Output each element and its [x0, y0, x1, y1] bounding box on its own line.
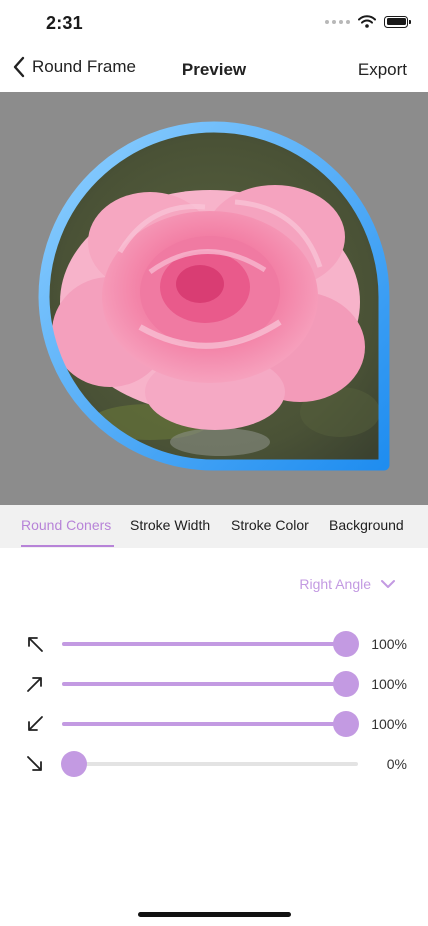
- chevron-down-icon: [381, 580, 395, 588]
- tab-round-corners[interactable]: Round Coners: [21, 517, 111, 533]
- arrow-down-right-icon: [27, 756, 42, 771]
- slider-value: 100%: [371, 716, 407, 732]
- slider-thumb[interactable]: [333, 711, 359, 737]
- slider-fill: [62, 722, 358, 726]
- slider-value: 100%: [371, 676, 407, 692]
- preview-area: [0, 92, 428, 505]
- arrow-down-left-icon: [28, 716, 43, 731]
- chevron-left-icon: [13, 56, 25, 78]
- slider-row-bottom-left: 100%: [0, 708, 428, 740]
- nav-bar: Round Frame Preview Export: [0, 48, 428, 92]
- bottom-left-corner-slider[interactable]: [62, 711, 359, 737]
- tab-stroke-width[interactable]: Stroke Width: [130, 517, 210, 533]
- cellular-dots-icon: [325, 19, 350, 24]
- slider-thumb[interactable]: [333, 631, 359, 657]
- slider-row-top-left: 100%: [0, 628, 428, 660]
- export-button[interactable]: Export: [358, 60, 407, 80]
- arrow-up-left-icon: [28, 637, 43, 652]
- slider-value: 100%: [371, 636, 407, 652]
- tab-bar: Round Coners Stroke Width Stroke Color B…: [0, 505, 428, 548]
- wifi-icon: [358, 15, 376, 28]
- status-icons: [325, 15, 411, 28]
- battery-icon: [384, 15, 411, 28]
- slider-thumb[interactable]: [61, 751, 87, 777]
- corner-style-label: Right Angle: [299, 576, 371, 592]
- tab-active-indicator: [21, 545, 114, 547]
- slider-fill: [62, 642, 358, 646]
- top-left-corner-slider[interactable]: [62, 631, 359, 657]
- status-bar: 2:31: [0, 0, 428, 48]
- framed-photo: [38, 121, 390, 471]
- slider-thumb[interactable]: [333, 671, 359, 697]
- tab-background[interactable]: Background: [329, 517, 404, 533]
- back-button[interactable]: Round Frame: [12, 56, 136, 78]
- tab-stroke-color[interactable]: Stroke Color: [231, 517, 309, 533]
- slider-value: 0%: [386, 756, 407, 772]
- home-indicator: [138, 912, 291, 917]
- back-button-label: Round Frame: [32, 57, 136, 76]
- slider-fill: [62, 682, 358, 686]
- corner-style-dropdown[interactable]: Right Angle: [299, 576, 396, 592]
- arrow-up-right-icon: [27, 677, 42, 692]
- top-right-corner-slider[interactable]: [62, 671, 359, 697]
- bottom-right-corner-slider[interactable]: [61, 751, 358, 777]
- status-time: 2:31: [46, 13, 83, 33]
- slider-row-bottom-right: 0%: [0, 748, 428, 780]
- slider-row-top-right: 100%: [0, 668, 428, 700]
